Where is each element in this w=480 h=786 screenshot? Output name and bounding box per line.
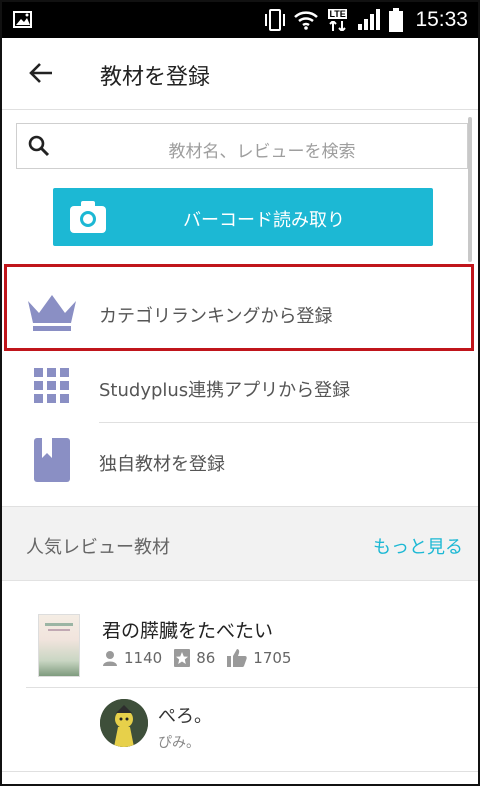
book-list-item[interactable]: 君の膵臓をたべたい 1140 86 1705: [2, 582, 478, 688]
book-stats: 1140 86 1705: [102, 648, 303, 668]
review-count: 86: [196, 649, 216, 667]
barcode-scan-button[interactable]: バーコード読み取り: [53, 188, 433, 246]
search-input[interactable]: 教材名、レビューを検索: [16, 123, 468, 169]
menu-item-label: 独自教材を登録: [99, 454, 225, 475]
status-bar: LTE 15:33: [2, 2, 478, 38]
thumbs-up-icon: [227, 649, 247, 667]
gallery-notification-icon: [13, 11, 32, 28]
scrollbar[interactable]: [468, 117, 472, 262]
avatar-image: [100, 699, 148, 747]
like-count: 1705: [253, 649, 292, 667]
battery-icon: [389, 8, 404, 32]
book-cover-image: [38, 614, 80, 677]
app-screen: LTE 15:33 教材を登録 教材名、レビューを検索 バーコード読み取り カテ…: [0, 0, 480, 786]
user-icon: [103, 651, 117, 666]
review-item[interactable]: ぺろ。 ぴみ。: [2, 688, 478, 772]
app-bar: 教材を登録: [2, 38, 478, 110]
user-count: 1140: [124, 649, 163, 667]
signal-icon: [358, 9, 381, 30]
menu-item-label: カテゴリランキングから登録: [99, 306, 333, 327]
clock: 15:33: [415, 8, 468, 31]
wifi-icon: [294, 11, 319, 30]
page-title: 教材を登録: [100, 65, 211, 90]
network-type: LTE: [328, 9, 347, 19]
menu-item-original-book[interactable]: 独自教材を登録: [2, 423, 478, 495]
review-star-icon: [174, 649, 191, 667]
lte-icon: LTE: [327, 7, 349, 33]
barcode-scan-label: バーコード読み取り: [183, 210, 345, 231]
divider: [2, 771, 478, 772]
popular-reviews-header: 人気レビュー教材 もっと見る: [2, 507, 478, 581]
vibrate-icon: [265, 9, 286, 31]
see-more-link[interactable]: もっと見る: [373, 533, 463, 559]
grid-icon: [34, 368, 69, 403]
crown-icon: [28, 295, 76, 331]
section-title: 人気レビュー教材: [26, 537, 170, 558]
status-icons: LTE 15:33: [265, 2, 468, 38]
back-arrow-icon[interactable]: [26, 58, 56, 88]
avatar[interactable]: [100, 699, 148, 747]
menu-item-category-ranking[interactable]: カテゴリランキングから登録: [2, 273, 478, 345]
book-title: 君の膵臓をたべたい: [102, 620, 274, 642]
bookmark-book-icon: [34, 438, 70, 482]
review-text: ぴみ。: [158, 735, 200, 751]
camera-icon: [70, 201, 106, 233]
menu-item-studyplus-apps[interactable]: Studyplus連携アプリから登録: [2, 351, 478, 423]
reviewer-name: ぺろ。: [158, 706, 212, 727]
menu-item-label: Studyplus連携アプリから登録: [99, 380, 351, 401]
search-placeholder: 教材名、レビューを検索: [168, 142, 356, 162]
